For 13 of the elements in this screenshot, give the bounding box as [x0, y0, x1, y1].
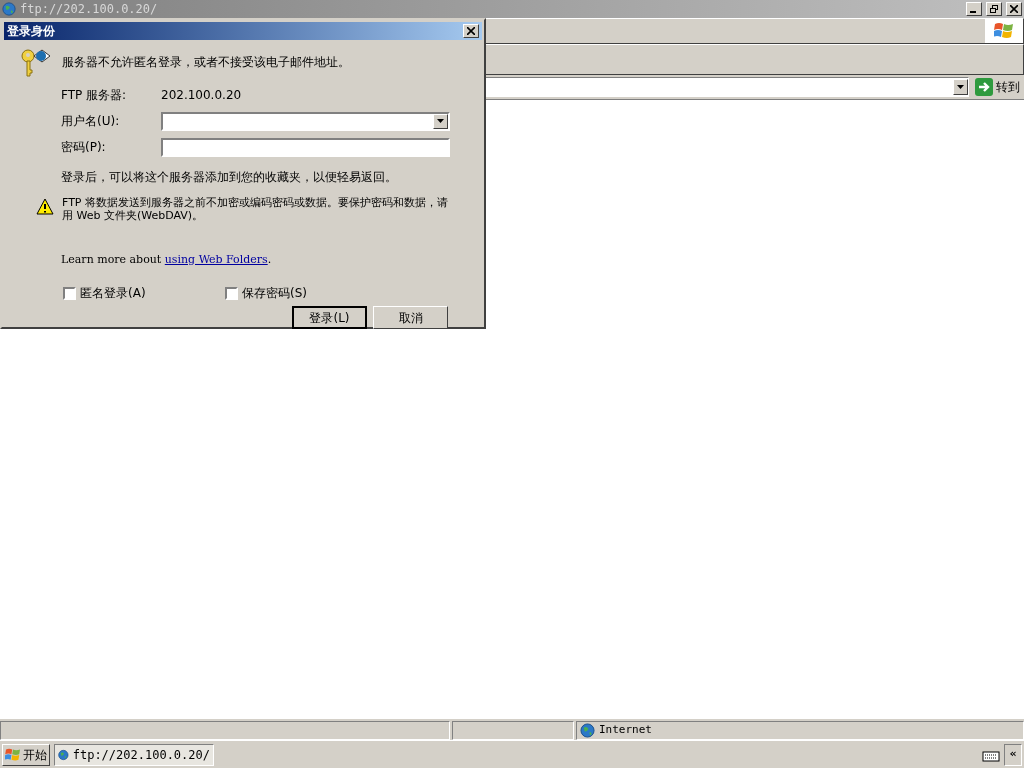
- field-label: 密码(P):: [61, 139, 107, 156]
- message-text: 服务器不允许匿名登录，或者不接受该电子邮件地址。: [62, 54, 350, 71]
- server-address: 202.100.0.20: [161, 87, 242, 104]
- note-text: 登录后，可以将这个服务器添加到您的收藏夹，以便轻易返回。: [61, 169, 398, 186]
- zone-label: Internet: [599, 722, 652, 739]
- window-title: ftp://202.100.0.20/: [20, 1, 159, 18]
- field-label: 用户名(U):: [61, 113, 121, 130]
- field-label: FTP 服务器:: [61, 87, 128, 104]
- checkbox-label: 匿名登录(A): [80, 285, 146, 302]
- checkbox-label: 保存密码(S): [242, 285, 307, 302]
- dialog-title: 登录身份: [7, 23, 56, 40]
- learn-more-text: Learn more about using Web Folders.: [61, 253, 272, 266]
- warning-text: FTP 将数据发送到服务器之前不加密或编码密码或数据。要保护密码和数据，请用 Web 文件夹(WebDAV)。: [62, 196, 449, 222]
